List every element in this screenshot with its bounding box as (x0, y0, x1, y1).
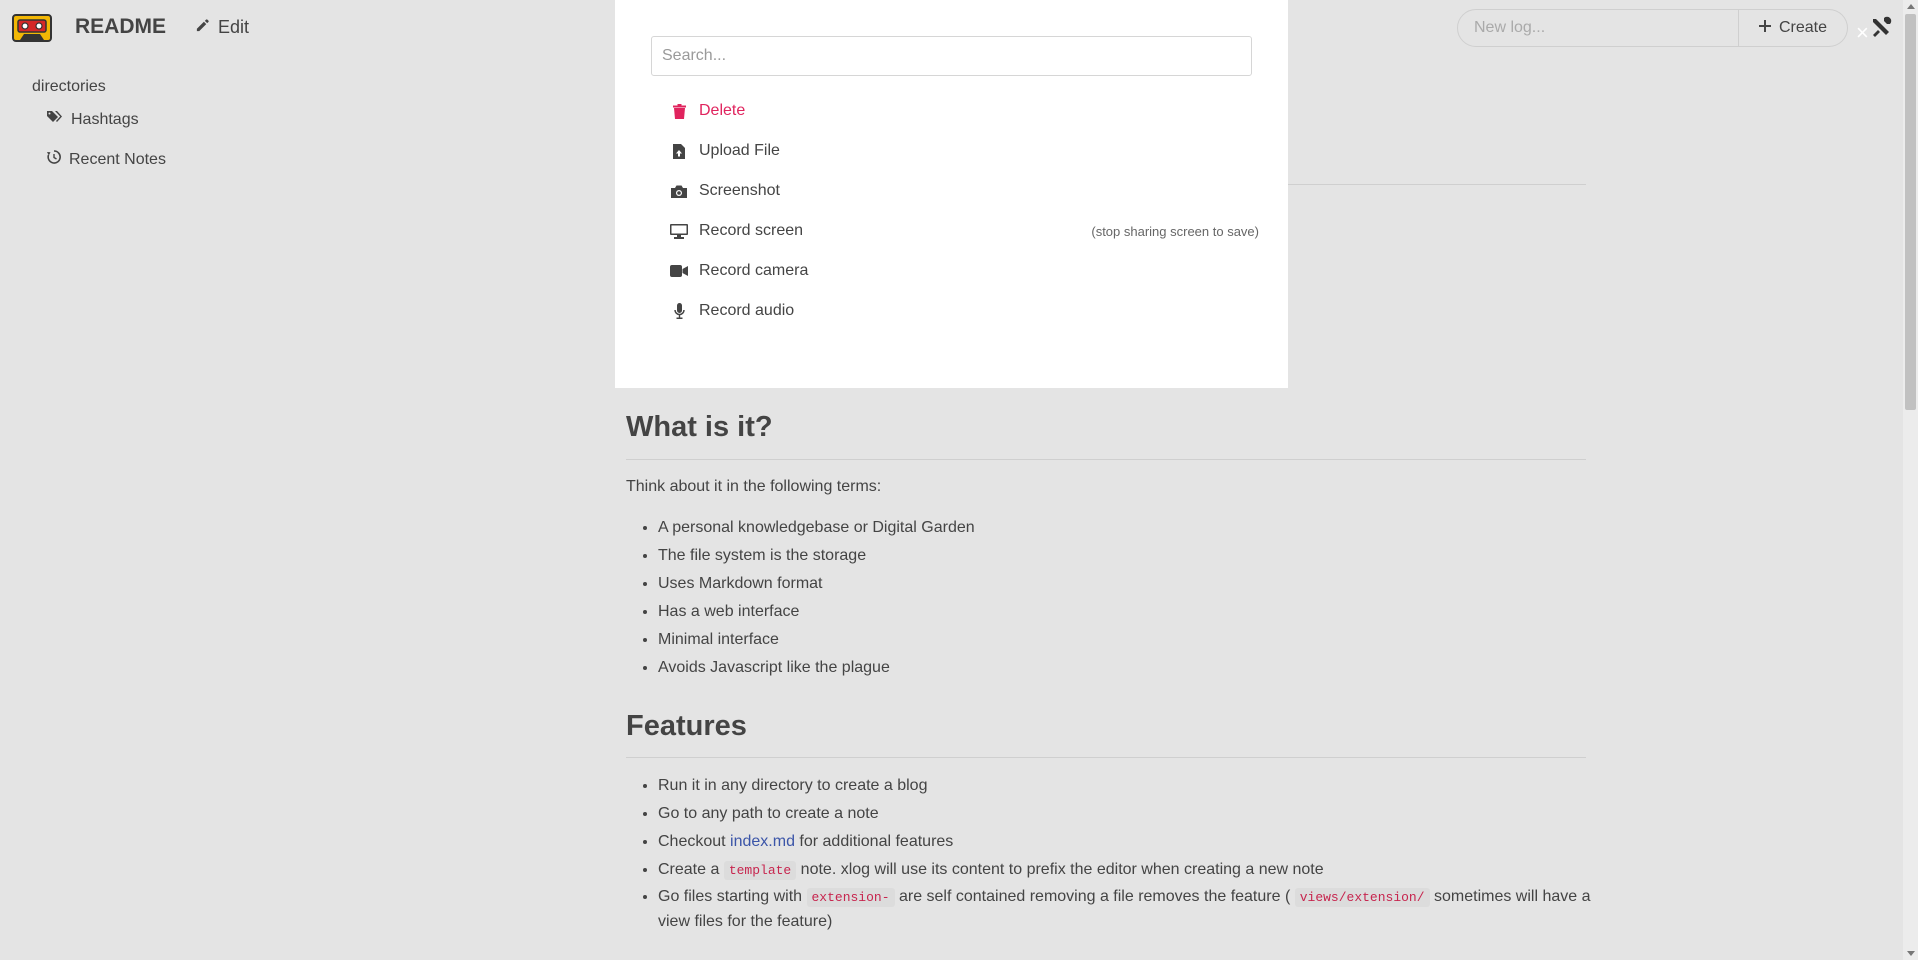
search-input[interactable] (651, 36, 1252, 76)
command-label: Record audio (699, 302, 795, 319)
list-text: are self contained removing a file remov… (894, 888, 1295, 905)
scrollbar[interactable] (1903, 0, 1918, 960)
intro-paragraph: Think about it in the following terms: (626, 478, 882, 495)
camera-icon (669, 182, 689, 200)
list-text: for additional features (794, 833, 954, 850)
command-upload-file[interactable]: Upload File (669, 136, 1259, 166)
features-list: Run it in any directory to create a blog… (626, 772, 1618, 934)
command-label: Screenshot (699, 182, 780, 199)
command-label: Record screen (699, 222, 804, 239)
scroll-up-icon[interactable] (1907, 4, 1915, 9)
command-hint: (stop sharing screen to save) (1091, 223, 1259, 239)
sidebar-item-label: Hashtags (71, 110, 139, 128)
list-item: A personal knowledgebase or Digital Gard… (658, 514, 1618, 542)
list-item: Create a template note. xlog will use it… (658, 856, 1618, 885)
command-label: Record camera (699, 262, 809, 279)
video-icon (669, 262, 689, 280)
list-text: Checkout (658, 833, 731, 850)
edit-label: Edit (218, 17, 250, 37)
new-log-input[interactable] (1457, 9, 1739, 47)
create-label: Create (1778, 19, 1828, 36)
command-record-audio[interactable]: Record audio (669, 296, 1259, 326)
cassette-logo-icon[interactable] (12, 14, 52, 42)
inline-code: template (723, 861, 797, 880)
list-item: Checkout index.md for additional feature… (658, 828, 1618, 856)
list-item: Uses Markdown format (658, 570, 1618, 598)
trash-icon (669, 102, 689, 120)
tags-icon (47, 110, 63, 129)
sidebar-item-label: Recent Notes (69, 150, 166, 168)
scrollbar-thumb[interactable] (1905, 14, 1916, 410)
sidebar-item-recent-notes[interactable]: Recent Notes (47, 150, 166, 169)
plus-icon (1758, 19, 1771, 37)
what-is-it-list: A personal knowledgebase or Digital Gard… (626, 514, 1618, 682)
list-text: Create a (658, 861, 724, 878)
scroll-down-icon[interactable] (1907, 951, 1915, 956)
list-item: Run it in any directory to create a blog (658, 772, 1618, 800)
sidebar-title[interactable]: directories (32, 78, 106, 96)
list-item: Avoids Javascript like the plague (658, 654, 1618, 682)
command-palette: Delete Upload File Screenshot Record scr… (615, 0, 1288, 388)
create-button[interactable]: Create (1739, 9, 1848, 47)
sidebar-item-hashtags[interactable]: Hashtags (47, 110, 139, 129)
list-item: Go files starting with extension- are se… (658, 885, 1618, 934)
microphone-icon (669, 302, 689, 320)
close-icon[interactable]: × (1856, 22, 1869, 44)
divider (626, 459, 1586, 460)
inline-code: extension- (806, 888, 895, 907)
list-text: note. xlog will use its content to prefi… (796, 861, 1324, 878)
command-delete[interactable]: Delete (669, 96, 1259, 126)
command-record-camera[interactable]: Record camera (669, 256, 1259, 286)
inline-code: views/extension/ (1294, 888, 1430, 907)
divider (626, 757, 1586, 758)
command-record-screen[interactable]: Record screen (stop sharing screen to sa… (669, 216, 1259, 246)
pencil-icon (195, 17, 210, 38)
section-heading-features: Features (626, 710, 747, 742)
tools-icon[interactable] (1870, 16, 1892, 38)
command-label: Delete (699, 102, 746, 119)
list-item: Go to any path to create a note (658, 800, 1618, 828)
list-item: The file system is the storage (658, 542, 1618, 570)
desktop-icon (669, 222, 689, 240)
list-text: Go files starting with (658, 888, 807, 905)
index-md-link[interactable]: index.md (730, 833, 795, 850)
history-icon (47, 150, 61, 169)
file-upload-icon (669, 142, 689, 160)
divider (1288, 184, 1586, 185)
command-label: Upload File (699, 142, 780, 159)
section-heading-what-is-it: What is it? (626, 411, 773, 443)
page-title[interactable]: README (75, 15, 166, 39)
command-screenshot[interactable]: Screenshot (669, 176, 1259, 206)
edit-button[interactable]: Edit (195, 17, 249, 38)
list-item: Has a web interface (658, 598, 1618, 626)
list-item: Minimal interface (658, 626, 1618, 654)
